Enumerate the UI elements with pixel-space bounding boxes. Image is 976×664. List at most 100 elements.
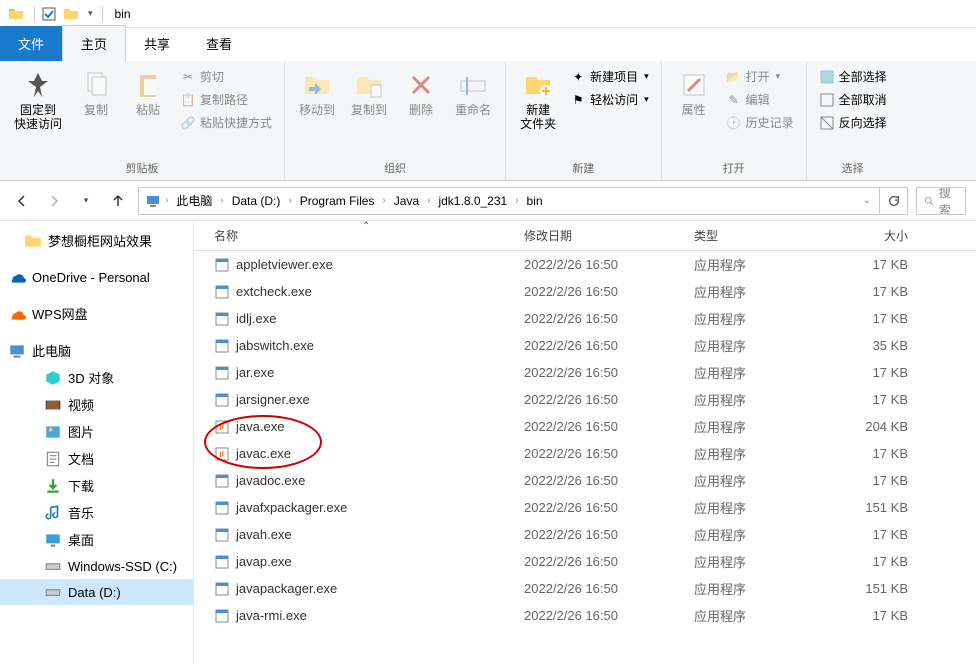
delete-button[interactable]: 删除 — [397, 65, 445, 121]
file-size: 17 KB — [844, 365, 924, 380]
file-name: java-rmi.exe — [236, 608, 307, 623]
tree-item-onedrive[interactable]: OneDrive - Personal — [0, 264, 193, 290]
breadcrumb-seg[interactable]: Data (D:) — [228, 192, 285, 210]
file-row[interactable]: extcheck.exe2022/2/26 16:50应用程序17 KB — [194, 278, 976, 305]
open-button[interactable]: 📂打开▾ — [722, 65, 798, 88]
qat-folder-icon[interactable] — [63, 6, 79, 22]
invertselect-button[interactable]: 反向选择 — [815, 111, 891, 134]
history-button[interactable]: 🕑历史记录 — [722, 111, 798, 134]
tree-item-documents[interactable]: 文档 — [0, 445, 193, 472]
tree-item-3dobjects[interactable]: 3D 对象 — [0, 364, 193, 391]
breadcrumb-seg[interactable]: Java — [390, 192, 423, 210]
file-row[interactable]: javapackager.exe2022/2/26 16:50应用程序151 K… — [194, 575, 976, 602]
search-input[interactable]: 搜索 — [916, 187, 966, 215]
file-row[interactable]: java.exe2022/2/26 16:50应用程序204 KB — [194, 413, 976, 440]
file-size: 151 KB — [844, 581, 924, 596]
newfolder-button[interactable]: 新建 文件夹 — [514, 65, 562, 135]
chevron-right-icon[interactable]: › — [380, 195, 387, 206]
nav-back-button[interactable] — [10, 189, 34, 213]
newitem-button[interactable]: ✦新建项目▾ — [566, 65, 653, 88]
moveto-button[interactable]: 移动到 — [293, 65, 341, 121]
file-type: 应用程序 — [694, 444, 844, 463]
file-row[interactable]: jar.exe2022/2/26 16:50应用程序17 KB — [194, 359, 976, 386]
pin-quickaccess-button[interactable]: 固定到 快速访问 — [8, 65, 68, 135]
chevron-right-icon[interactable]: › — [513, 195, 520, 206]
chevron-right-icon[interactable]: › — [163, 195, 170, 206]
file-date: 2022/2/26 16:50 — [524, 284, 694, 299]
chevron-down-icon[interactable]: ⌄ — [861, 195, 873, 206]
copyto-button[interactable]: 复制到 — [345, 65, 393, 121]
col-date[interactable]: 修改日期 — [524, 227, 694, 244]
file-row[interactable]: javac.exe2022/2/26 16:50应用程序17 KB — [194, 440, 976, 467]
cut-button[interactable]: ✂剪切 — [176, 65, 276, 88]
col-name[interactable]: 名称 — [194, 227, 524, 244]
tab-home[interactable]: 主页 — [62, 25, 126, 62]
qat-dropdown-icon[interactable]: ▾ — [85, 8, 96, 19]
paste-shortcut-button[interactable]: 🔗粘贴快捷方式 — [176, 111, 276, 134]
edit-button[interactable]: ✎编辑 — [722, 88, 798, 111]
properties-button[interactable]: 属性 — [670, 65, 718, 121]
breadcrumb-seg[interactable]: Program Files — [296, 192, 379, 210]
tree-item-thispc[interactable]: 此电脑 — [0, 337, 193, 364]
easyaccess-icon: ⚑ — [570, 92, 586, 108]
tree-item-drive-c[interactable]: Windows-SSD (C:) — [0, 553, 193, 579]
file-size: 17 KB — [844, 527, 924, 542]
refresh-button[interactable] — [880, 187, 908, 215]
file-row[interactable]: appletviewer.exe2022/2/26 16:50应用程序17 KB — [194, 251, 976, 278]
file-date: 2022/2/26 16:50 — [524, 392, 694, 407]
ribbon-group-organize: 移动到 复制到 删除 重命名 组织 — [285, 61, 506, 180]
file-date: 2022/2/26 16:50 — [524, 311, 694, 326]
col-size[interactable]: 大小 — [844, 227, 924, 244]
tree-item-music[interactable]: 音乐 — [0, 499, 193, 526]
easyaccess-button[interactable]: ⚑轻松访问▾ — [566, 88, 653, 111]
nav-forward-button[interactable] — [42, 189, 66, 213]
copypath-button[interactable]: 📋复制路径 — [176, 88, 276, 111]
selectnone-button[interactable]: 全部取消 — [815, 88, 891, 111]
tab-view[interactable]: 查看 — [188, 26, 250, 61]
nav-tree: 梦想橱柜网站效果 OneDrive - Personal WPS网盘 此电脑 3… — [0, 221, 194, 664]
rename-button[interactable]: 重命名 — [449, 65, 497, 121]
file-icon — [214, 392, 230, 408]
tree-item-drive-d[interactable]: Data (D:) — [0, 579, 193, 605]
breadcrumb-seg[interactable]: bin — [523, 192, 547, 210]
file-row[interactable]: jabswitch.exe2022/2/26 16:50应用程序35 KB — [194, 332, 976, 359]
music-icon — [44, 504, 62, 522]
breadcrumb[interactable]: › 此电脑 › Data (D:) › Program Files › Java… — [138, 187, 880, 215]
tree-item-pictures[interactable]: 图片 — [0, 418, 193, 445]
file-row[interactable]: javap.exe2022/2/26 16:50应用程序17 KB — [194, 548, 976, 575]
paste-button[interactable]: 粘贴 — [124, 65, 172, 121]
tree-item-videos[interactable]: 视频 — [0, 391, 193, 418]
copyto-icon — [353, 69, 385, 101]
copypath-icon: 📋 — [180, 92, 196, 108]
tree-item-downloads[interactable]: 下载 — [0, 472, 193, 499]
tab-share[interactable]: 共享 — [126, 26, 188, 61]
objects3d-icon — [44, 369, 62, 387]
nav-recent-button[interactable]: ▾ — [74, 189, 98, 213]
tree-item-desktop[interactable]: 桌面 — [0, 526, 193, 553]
chevron-right-icon[interactable]: › — [286, 195, 293, 206]
tree-item-wps[interactable]: WPS网盘 — [0, 300, 193, 327]
file-row[interactable]: jarsigner.exe2022/2/26 16:50应用程序17 KB — [194, 386, 976, 413]
tree-item-folder[interactable]: 梦想橱柜网站效果 — [0, 227, 193, 254]
copy-button[interactable]: 复制 — [72, 65, 120, 121]
file-row[interactable]: javafxpackager.exe2022/2/26 16:50应用程序151… — [194, 494, 976, 521]
nav-up-button[interactable] — [106, 189, 130, 213]
chevron-right-icon[interactable]: › — [218, 195, 225, 206]
file-type: 应用程序 — [694, 390, 844, 409]
file-date: 2022/2/26 16:50 — [524, 554, 694, 569]
file-date: 2022/2/26 16:50 — [524, 338, 694, 353]
ribbon-group-clipboard: 固定到 快速访问 复制 粘贴 ✂剪切 📋复制路径 🔗粘贴快捷方式 剪贴板 — [0, 61, 285, 180]
file-row[interactable]: javah.exe2022/2/26 16:50应用程序17 KB — [194, 521, 976, 548]
file-type: 应用程序 — [694, 525, 844, 544]
qat-checkbox-icon[interactable] — [41, 6, 57, 22]
file-row[interactable]: javadoc.exe2022/2/26 16:50应用程序17 KB — [194, 467, 976, 494]
chevron-right-icon[interactable]: › — [425, 195, 432, 206]
edit-icon: ✎ — [726, 92, 742, 108]
file-row[interactable]: java-rmi.exe2022/2/26 16:50应用程序17 KB — [194, 602, 976, 629]
col-type[interactable]: 类型 — [694, 227, 844, 244]
tab-file[interactable]: 文件 — [0, 26, 62, 61]
selectall-button[interactable]: 全部选择 — [815, 65, 891, 88]
breadcrumb-seg[interactable]: 此电脑 — [172, 190, 216, 211]
breadcrumb-seg[interactable]: jdk1.8.0_231 — [434, 192, 511, 210]
file-row[interactable]: idlj.exe2022/2/26 16:50应用程序17 KB — [194, 305, 976, 332]
